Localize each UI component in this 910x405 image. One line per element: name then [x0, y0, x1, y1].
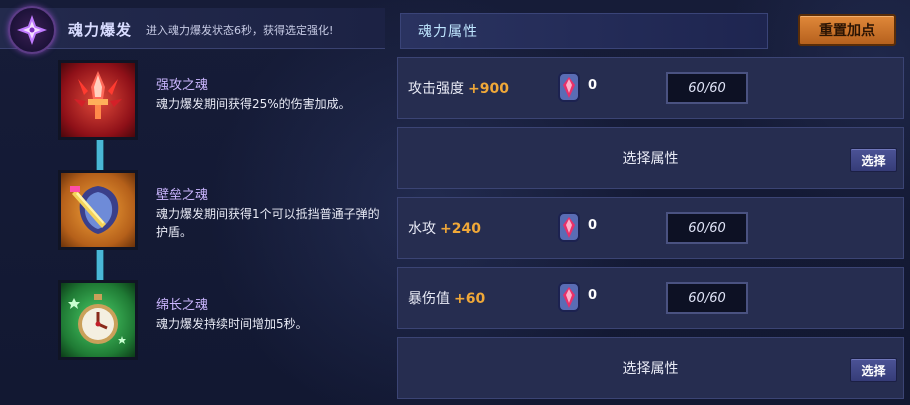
shield-icon	[58, 170, 138, 250]
attribute-bonus: +60	[454, 291, 486, 307]
soul-gem-icon	[558, 72, 580, 102]
attribute-bonus: +240	[440, 221, 481, 237]
select-attribute-button[interactable]: 选择	[850, 148, 897, 172]
soul-burst-description: 进入魂力爆发状态6秒，获得选定强化!	[146, 24, 334, 37]
soul-connector	[96, 248, 104, 282]
attribute-bonus: +900	[468, 81, 509, 97]
soul-burst-emblem-icon	[8, 6, 56, 54]
attribute-value: 60/60	[666, 72, 748, 104]
soul-gem-icon	[558, 282, 580, 312]
soul-burst-header: 魂力爆发 进入魂力爆发状态6秒，获得选定强化!	[0, 8, 385, 49]
soul-name: 壁垒之魂	[156, 188, 209, 203]
gem-count: 0	[588, 78, 598, 93]
soul-description: 魂力爆发持续时间增加5秒。	[156, 317, 308, 331]
reset-points-button[interactable]: 重置加点	[798, 14, 896, 46]
attribute-label-wrap: 水攻 +240	[408, 218, 481, 238]
attribute-value: 60/60	[666, 212, 748, 244]
attribute-label-wrap: 暴伤值 +60	[408, 288, 485, 308]
attribute-value: 60/60	[666, 282, 748, 314]
attribute-name: 水攻	[408, 221, 436, 237]
soul-gem-icon	[558, 212, 580, 242]
flame-sword-icon	[58, 60, 138, 140]
stopwatch-icon	[58, 280, 138, 360]
select-attribute-button[interactable]: 选择	[850, 358, 897, 382]
attribute-row: 攻击强度 +900 0 60/60	[397, 57, 904, 119]
attribute-row: 暴伤值 +60 0 60/60	[397, 267, 904, 329]
attribute-row: 水攻 +240 0 60/60	[397, 197, 904, 259]
soul-attributes-title: 魂力属性	[418, 24, 478, 40]
soul-description: 魂力爆发期间获得1个可以抵挡普通子弹的护盾。	[156, 207, 380, 239]
soul-name: 强攻之魂	[156, 78, 209, 93]
select-attribute-label: 选择属性	[622, 151, 679, 167]
gem-count: 0	[588, 218, 598, 233]
soul-burst-title: 魂力爆发	[68, 21, 133, 39]
attribute-select-row: 选择属性 选择	[397, 337, 904, 399]
soul-connector	[96, 138, 104, 172]
attribute-select-row: 选择属性 选择	[397, 127, 904, 189]
attribute-name: 暴伤值	[408, 291, 450, 307]
select-attribute-label: 选择属性	[622, 361, 679, 377]
soul-attributes-header: 魂力属性	[400, 13, 768, 49]
attribute-label-wrap: 攻击强度 +900	[408, 78, 509, 98]
attribute-name: 攻击强度	[408, 81, 464, 97]
soul-name: 绵长之魂	[156, 298, 209, 313]
soul-description: 魂力爆发期间获得25%的伤害加成。	[156, 97, 351, 111]
gem-count: 0	[588, 288, 598, 303]
